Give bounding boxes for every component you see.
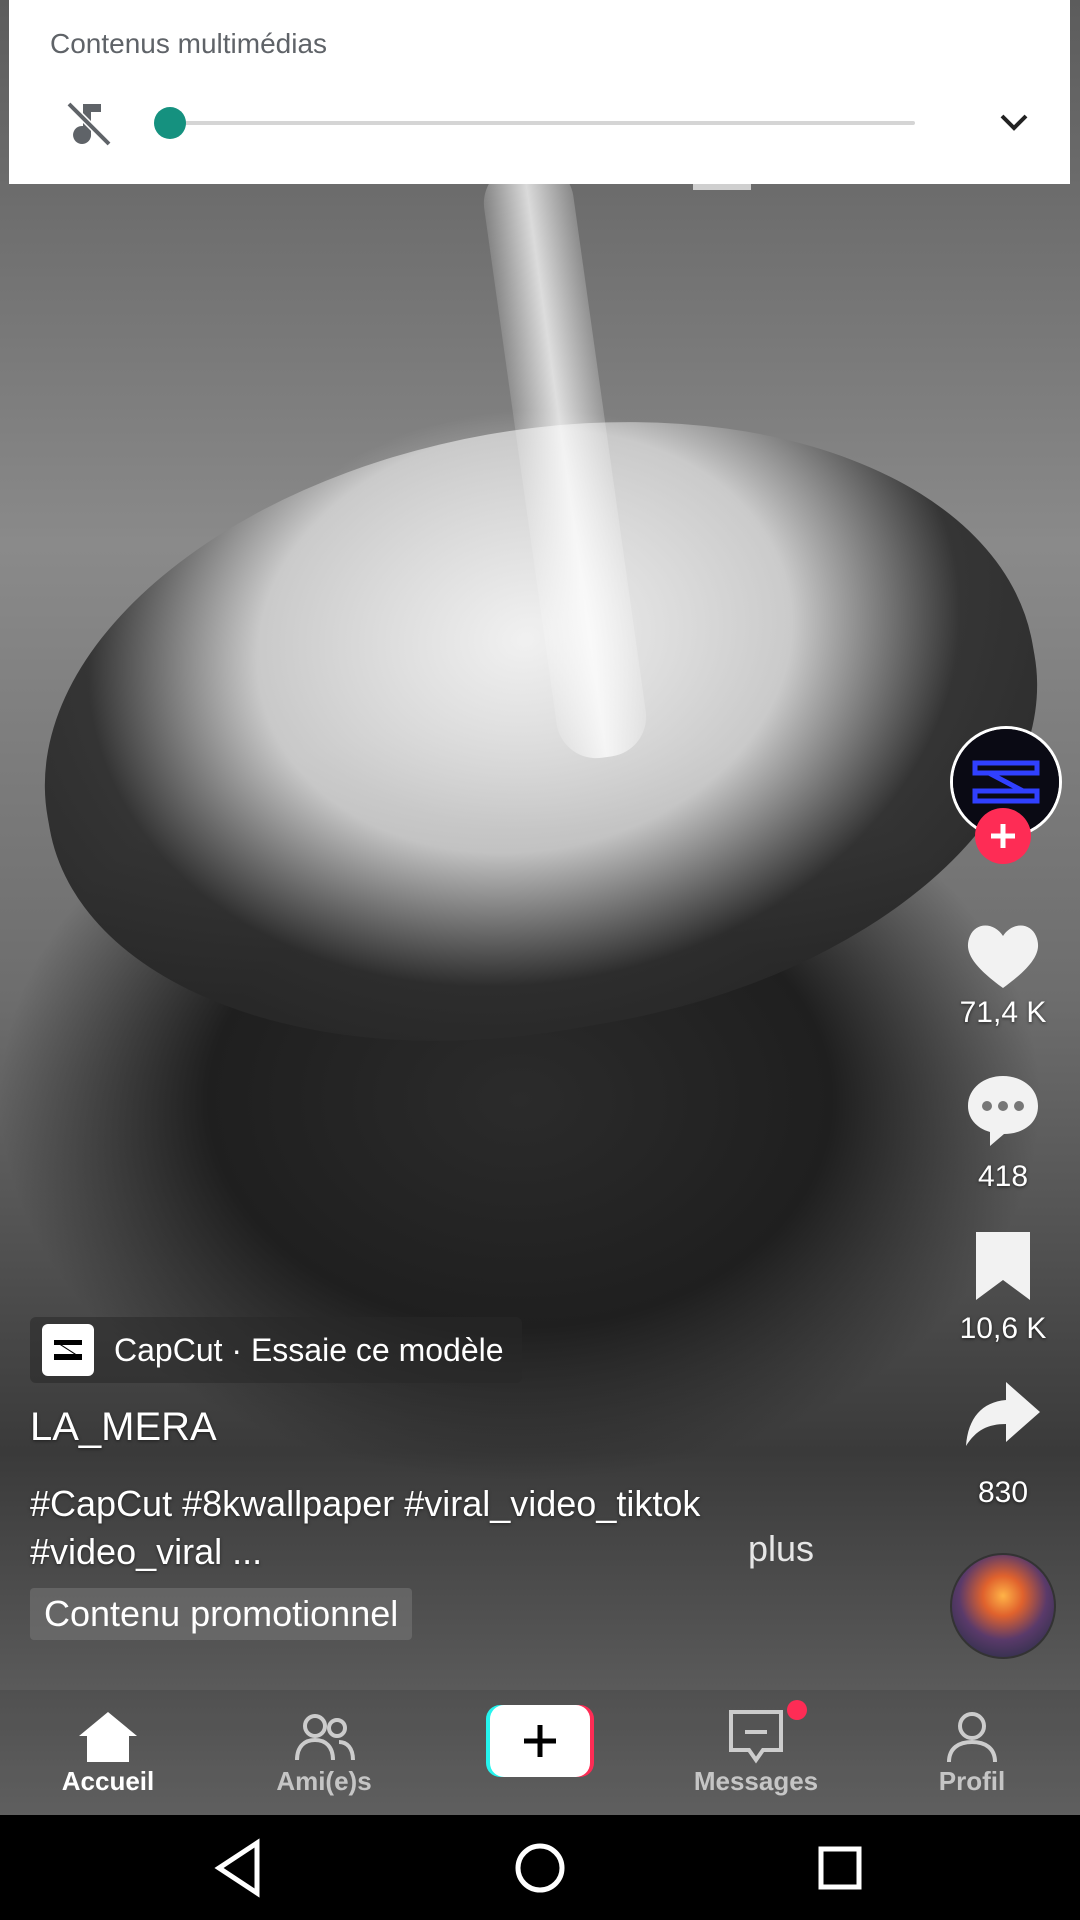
media-output-panel: Contenus multimédias [9,0,1070,184]
nav-messages-label: Messages [693,1766,819,1796]
like-count: 71,4 K [959,996,1047,1029]
nav-home-label: Accueil [61,1766,155,1796]
nav-friends[interactable]: Ami(e)s [224,1690,424,1815]
template-label: CapCut · Essaie ce modèle [114,1331,504,1368]
volume-slider-track[interactable] [169,121,915,125]
volume-slider-thumb[interactable] [154,107,186,139]
recents-icon[interactable] [805,1833,875,1903]
video-caption[interactable]: #CapCut #8kwallpaper #viral_video_tiktok… [30,1480,830,1576]
more-link[interactable]: plus [748,1528,814,1570]
save-count: 10,6 K [959,1312,1047,1345]
music-off-icon[interactable] [61,96,117,152]
template-chip[interactable]: CapCut · Essaie ce modèle [30,1317,522,1383]
promo-badge: Contenu promotionnel [30,1588,413,1640]
nav-profile-label: Profil [938,1766,1006,1796]
panel-drag-handle[interactable] [693,184,751,190]
capcut-icon [42,1324,94,1376]
heart-icon[interactable] [960,912,1046,998]
comment-count: 418 [977,1160,1029,1193]
plus-icon [991,824,1015,848]
back-icon[interactable] [205,1833,275,1903]
caption-line: #video_viral ... [30,1531,263,1572]
chevron-down-icon[interactable] [994,106,1034,140]
share-icon[interactable] [960,1372,1046,1458]
comment-icon[interactable] [960,1066,1046,1152]
nav-messages[interactable]: Messages [656,1690,856,1815]
profile-icon [947,1712,997,1763]
caption-line: #CapCut #8kwallpaper #viral_video_tiktok [30,1483,701,1524]
friends-icon [295,1714,355,1761]
create-button[interactable] [486,1705,594,1777]
media-panel-title: Contenus multimédias [50,28,328,59]
nav-friends-label: Ami(e)s [276,1766,372,1796]
system-nav-bar [0,1815,1080,1920]
messages-icon [729,1710,783,1764]
bookmark-icon[interactable] [960,1222,1046,1308]
creator-username[interactable]: LA_MERA [30,1405,217,1450]
nav-home[interactable]: Accueil [8,1690,208,1815]
music-disc[interactable] [950,1553,1056,1659]
bottom-nav: Accueil Ami(e)s Messages Profil [0,1690,1080,1815]
notification-dot [787,1700,807,1720]
home-circle-icon[interactable] [505,1833,575,1903]
share-count: 830 [977,1476,1029,1509]
home-icon [79,1712,137,1762]
nav-profile[interactable]: Profil [872,1690,1072,1815]
follow-button[interactable] [975,808,1031,864]
